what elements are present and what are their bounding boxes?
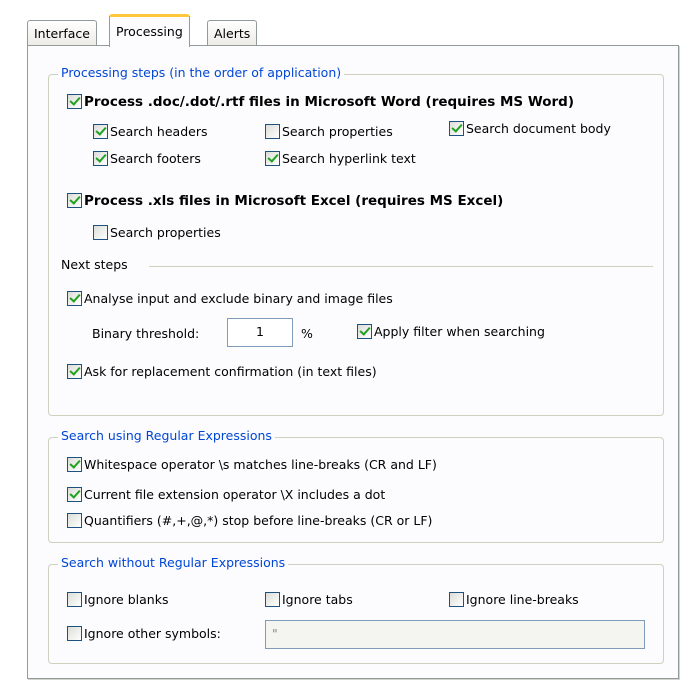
checkbox-box[interactable] (93, 124, 108, 139)
processing-panel: Processing steps (in the order of applic… (27, 45, 679, 679)
checkbox-box[interactable] (265, 124, 280, 139)
analyse-input-checkbox[interactable]: Analyse input and exclude binary and ima… (67, 291, 393, 307)
excel-search-properties-label: Search properties (110, 225, 221, 240)
word-search-properties-checkbox[interactable]: Search properties (265, 124, 393, 140)
no-regex-legend: Search without Regular Expressions (58, 555, 289, 570)
ignore-blanks-checkbox[interactable]: Ignore blanks (67, 592, 168, 608)
ask-confirmation-checkbox[interactable]: Ask for replacement confirmation (in tex… (67, 364, 377, 380)
ignore-tabs-checkbox[interactable]: Ignore tabs (265, 592, 353, 608)
whitespace-operator-label: Whitespace operator \s matches line-brea… (84, 457, 437, 472)
checkbox-box[interactable] (93, 225, 108, 240)
checkbox-box[interactable] (67, 592, 82, 607)
binary-threshold-input[interactable]: 1 (227, 318, 293, 347)
ignore-blanks-label: Ignore blanks (84, 592, 169, 607)
tab-interface[interactable]: Interface (27, 20, 97, 46)
ignore-line-breaks-label: Ignore line-breaks (466, 592, 579, 607)
next-steps-separator: Next steps (61, 257, 653, 275)
extension-operator-checkbox[interactable]: Current file extension operator \X inclu… (67, 487, 385, 503)
separator-line (149, 266, 653, 267)
search-headers-label: Search headers (110, 124, 208, 139)
analyse-input-label: Analyse input and exclude binary and ima… (84, 291, 393, 306)
word-search-properties-label: Search properties (282, 124, 393, 139)
checkbox-box[interactable] (67, 457, 82, 472)
tab-alerts[interactable]: Alerts (207, 20, 258, 46)
tab-label: Processing (116, 24, 183, 39)
processing-steps-legend: Processing steps (in the order of applic… (58, 65, 345, 80)
checkbox-box[interactable] (67, 626, 82, 641)
binary-threshold-label: Binary threshold: (92, 326, 200, 341)
checkbox-box[interactable] (67, 364, 82, 379)
apply-filter-label: Apply filter when searching (374, 324, 545, 339)
other-symbols-input[interactable]: " (265, 620, 645, 649)
processing-steps-group: Processing steps (in the order of applic… (48, 65, 664, 416)
checkbox-box[interactable] (67, 291, 82, 306)
regex-legend: Search using Regular Expressions (58, 428, 275, 443)
search-document-body-checkbox[interactable]: Search document body (449, 121, 611, 137)
ignore-other-symbols-checkbox[interactable]: Ignore other symbols: (67, 626, 221, 642)
ignore-other-symbols-label: Ignore other symbols: (84, 626, 221, 641)
extension-operator-label: Current file extension operator \X inclu… (84, 487, 386, 502)
next-steps-title: Next steps (61, 257, 128, 272)
tab-processing[interactable]: Processing (109, 14, 190, 47)
checkbox-box[interactable] (449, 121, 464, 136)
process-excel-label: Process .xls files in Microsoft Excel (r… (84, 193, 504, 209)
search-document-body-label: Search document body (466, 121, 611, 136)
tab-label: Alerts (214, 26, 251, 41)
ask-confirmation-label: Ask for replacement confirmation (in tex… (84, 364, 377, 379)
checkbox-box[interactable] (67, 487, 82, 502)
search-headers-checkbox[interactable]: Search headers (93, 124, 207, 140)
no-regex-group: Search without Regular Expressions Ignor… (48, 555, 664, 664)
percent-sign: % (301, 326, 313, 341)
regex-group: Search using Regular Expressions Whitesp… (48, 428, 664, 543)
checkbox-box[interactable] (449, 592, 464, 607)
search-hyperlink-text-checkbox[interactable]: Search hyperlink text (265, 151, 416, 167)
checkbox-box[interactable] (265, 592, 280, 607)
process-word-label: Process .doc/.dot/.rtf files in Microsof… (84, 94, 574, 110)
excel-search-properties-checkbox[interactable]: Search properties (93, 225, 221, 241)
checkbox-box[interactable] (265, 151, 280, 166)
checkbox-box[interactable] (67, 193, 82, 208)
checkbox-box[interactable] (67, 513, 82, 528)
checkbox-box[interactable] (93, 151, 108, 166)
apply-filter-checkbox[interactable]: Apply filter when searching (357, 324, 545, 340)
ignore-line-breaks-checkbox[interactable]: Ignore line-breaks (449, 592, 579, 608)
tab-label: Interface (34, 26, 90, 41)
search-hyperlink-text-label: Search hyperlink text (282, 151, 416, 166)
whitespace-operator-checkbox[interactable]: Whitespace operator \s matches line-brea… (67, 457, 437, 473)
search-footers-checkbox[interactable]: Search footers (93, 151, 201, 167)
checkbox-box[interactable] (357, 324, 372, 339)
process-excel-checkbox[interactable]: Process .xls files in Microsoft Excel (r… (67, 193, 503, 209)
quantifiers-label: Quantifiers (#,+,@,*) stop before line-b… (84, 513, 433, 528)
ignore-tabs-label: Ignore tabs (282, 592, 353, 607)
search-footers-label: Search footers (110, 151, 201, 166)
quantifiers-checkbox[interactable]: Quantifiers (#,+,@,*) stop before line-b… (67, 513, 432, 529)
checkbox-box[interactable] (67, 94, 82, 109)
process-word-checkbox[interactable]: Process .doc/.dot/.rtf files in Microsof… (67, 94, 574, 110)
